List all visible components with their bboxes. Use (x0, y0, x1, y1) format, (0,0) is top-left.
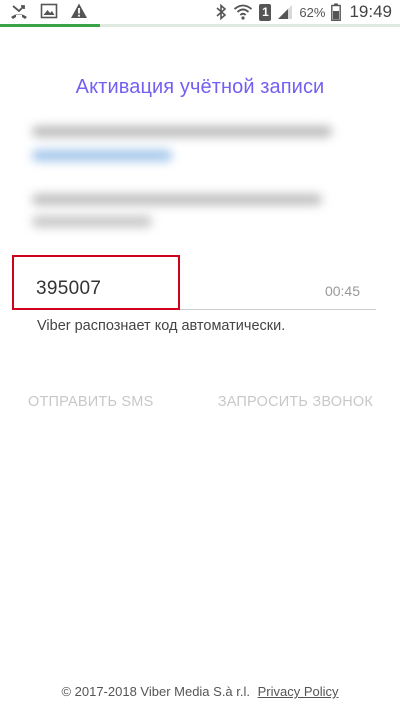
image-icon (40, 3, 58, 19)
send-sms-button[interactable]: Отправить SMS (28, 394, 153, 410)
signal-icon (278, 5, 293, 19)
wifi-icon (234, 4, 253, 20)
footer: © 2017-2018 Viber Media S.à r.l. Privacy… (0, 684, 400, 699)
status-left (10, 2, 88, 20)
blurred-line (32, 216, 152, 227)
clock: 19:49 (349, 2, 392, 21)
auto-detect-hint: Viber распознает код автоматически. (37, 318, 286, 334)
warning-icon (71, 3, 87, 18)
page-title: Активация учётной записи (75, 76, 325, 98)
activation-progress-bar (0, 24, 400, 27)
blurred-line (32, 126, 332, 137)
request-call-button[interactable]: Запросить звонок (218, 394, 373, 410)
copyright-text: © 2017-2018 Viber Media S.à r.l. (61, 684, 251, 699)
activation-code-field[interactable]: 395007 00:45 (12, 255, 376, 311)
battery-percent: 62% (299, 4, 326, 20)
progress-fill (0, 24, 100, 27)
countdown-timer: 00:45 (324, 283, 360, 299)
activation-code-value[interactable]: 395007 (36, 278, 101, 300)
status-bar: 1 62% 19:49 (0, 0, 400, 24)
blurred-line (32, 150, 172, 161)
blurred-line (32, 194, 322, 205)
missed-call-icon (11, 5, 27, 19)
sim-label: 1 (262, 5, 269, 19)
blurred-description (32, 118, 342, 238)
bluetooth-icon (216, 3, 227, 21)
sim-icon: 1 (259, 3, 272, 21)
battery-icon (331, 3, 342, 21)
privacy-policy-link[interactable]: Privacy Policy (258, 684, 339, 699)
code-underline (180, 309, 376, 310)
status-right: 1 62% 19:49 (215, 0, 392, 24)
